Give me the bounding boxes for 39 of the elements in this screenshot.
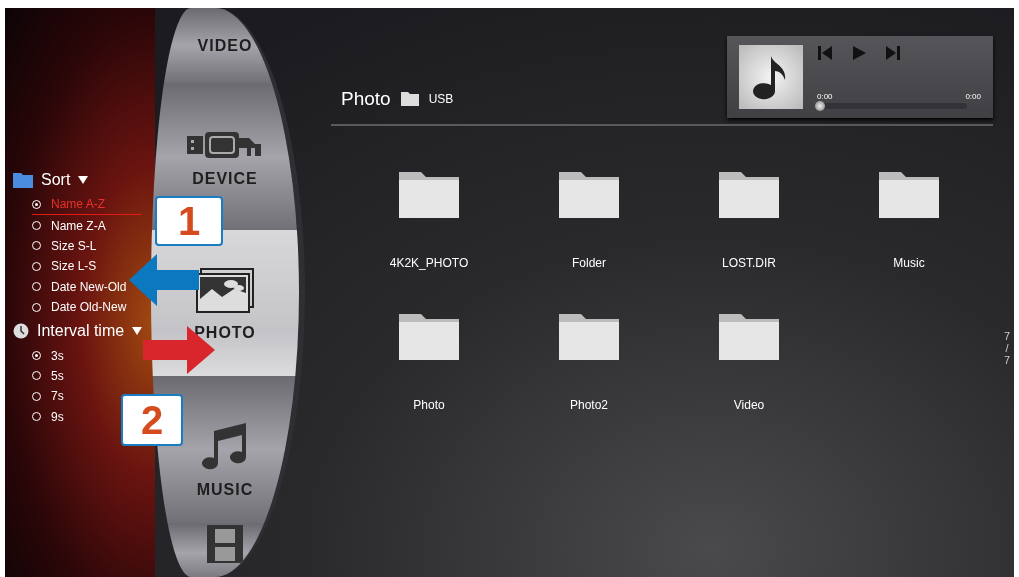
dropdown-caret-icon [78, 176, 89, 184]
dropdown-caret-icon [132, 327, 143, 336]
option-item[interactable]: 5s [32, 365, 64, 387]
page-indicator: 7/7 [1003, 330, 1010, 367]
elapsed-time: 0:00 [817, 92, 833, 101]
film-strip-icon [205, 523, 245, 563]
option-item[interactable]: Name A-Z [32, 194, 142, 216]
option-item[interactable]: Size L-S [32, 256, 97, 277]
source-label: USB [428, 92, 454, 106]
page-title: Photo [341, 88, 391, 110]
option-item[interactable]: 7s [32, 386, 64, 407]
folder-name[interactable]: Photo [413, 398, 445, 412]
option-item[interactable]: Name Z-A [32, 215, 106, 236]
option-item[interactable]: 3s [32, 345, 64, 366]
clock-icon [13, 323, 29, 340]
step-number-tooltip: 2 [121, 394, 183, 446]
option-item[interactable]: Date Old-New [32, 296, 127, 318]
duration-time: 0:00 [965, 92, 981, 101]
folder-icon [400, 92, 419, 106]
folder-icon [13, 172, 33, 188]
progress-thumb[interactable] [815, 101, 825, 111]
folder-name[interactable]: Music [893, 256, 925, 270]
step-number-tooltip: 1 [155, 196, 223, 246]
interval-label: Interval time [37, 322, 125, 341]
progress-track[interactable] [817, 103, 967, 109]
previous-button[interactable] [817, 45, 833, 61]
folder-name[interactable]: Photo2 [569, 398, 608, 412]
sort-label: Sort [41, 171, 71, 189]
folder-name[interactable]: 4K2K_PHOTO [389, 256, 469, 270]
option-item[interactable]: Size S-L [32, 235, 97, 257]
play-button[interactable] [851, 45, 867, 61]
option-item[interactable]: 9s [32, 406, 64, 427]
folder-name[interactable]: Video [733, 398, 765, 412]
folder-name[interactable]: Folder [572, 256, 606, 270]
folder-name[interactable]: LOST.DIR [722, 256, 776, 270]
usb-plug-icon [187, 130, 263, 160]
photo-stack-icon [195, 268, 255, 314]
option-item[interactable]: Date New-Old [32, 276, 127, 297]
next-button[interactable] [885, 45, 901, 61]
